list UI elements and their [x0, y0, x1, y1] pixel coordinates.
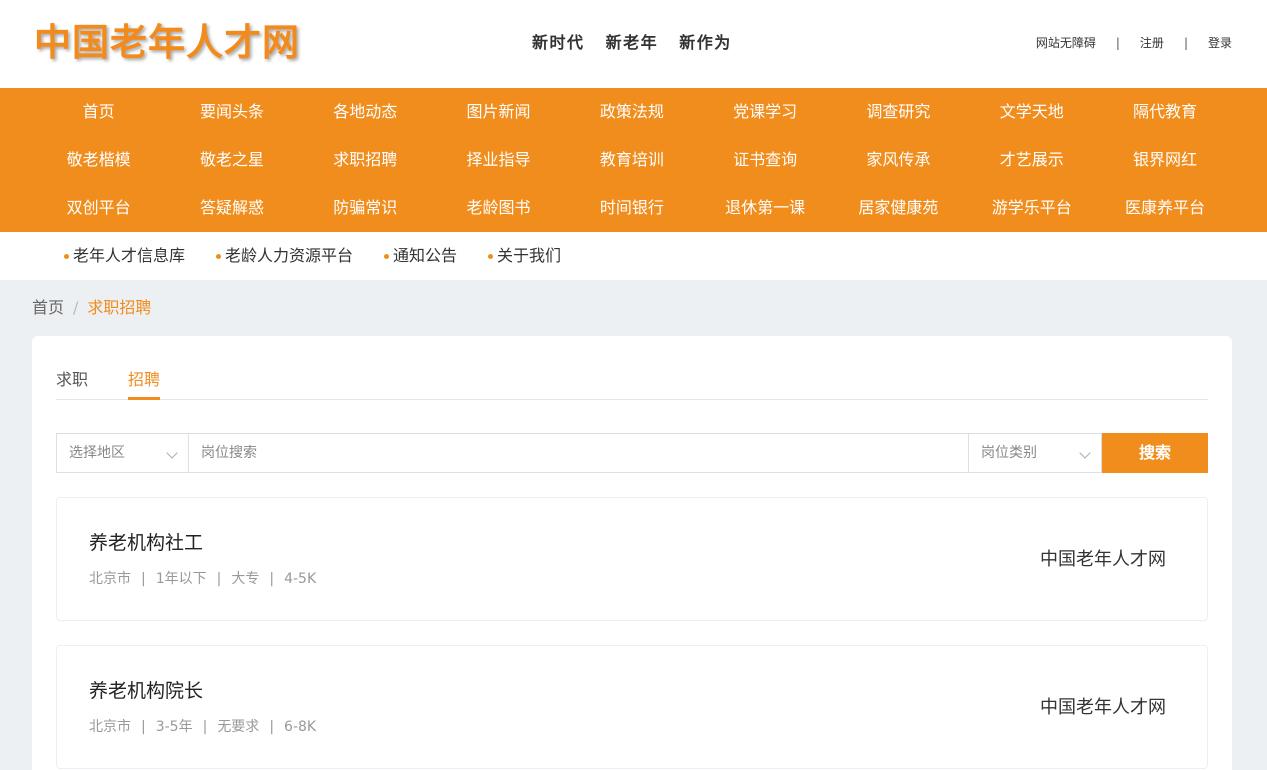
job-meta: 北京市 | 3-5年 | 无要求 | 6-8K	[89, 718, 316, 736]
sub-nav-label: 老龄人力资源平台	[225, 246, 354, 265]
link-separator: |	[1183, 36, 1188, 50]
region-select[interactable]: 选择地区	[56, 433, 189, 473]
nav-item-time-bank[interactable]: 时间银行	[565, 184, 698, 232]
job-card[interactable]: 养老机构院长 北京市 | 3-5年 | 无要求 | 6-8K 中国老年人才网	[56, 645, 1208, 769]
job-title[interactable]: 养老机构院长	[89, 679, 203, 703]
job-company: 中国老年人才网	[1040, 697, 1166, 718]
nav-item-local-news[interactable]: 各地动态	[299, 88, 432, 136]
sub-nav-item-hr-platform[interactable]: 老龄人力资源平台	[216, 246, 353, 266]
tab-job-seeking[interactable]: 求职	[56, 370, 88, 400]
sub-nav-item-about[interactable]: 关于我们	[488, 246, 561, 266]
breadcrumb-home[interactable]: 首页	[32, 298, 64, 318]
category-select-placeholder: 岗位类别	[981, 445, 1037, 461]
nav-item-career-guide[interactable]: 择业指导	[432, 136, 565, 184]
sub-nav-label: 通知公告	[393, 246, 458, 265]
nav-item-jobs[interactable]: 求职招聘	[299, 136, 432, 184]
bullet-dot	[488, 253, 494, 259]
nav-item-photo-news[interactable]: 图片新闻	[432, 88, 565, 136]
main-nav: 首页 要闻头条 各地动态 图片新闻 政策法规 党课学习 调查研究 文学天地 隔代…	[0, 88, 1267, 232]
nav-item-training[interactable]: 教育培训	[565, 136, 698, 184]
nav-row: 首页 要闻头条 各地动态 图片新闻 政策法规 党课学习 调查研究 文学天地 隔代…	[32, 88, 1232, 136]
sub-nav-list: 老年人才信息库 老龄人力资源平台 通知公告 关于我们	[64, 246, 592, 266]
meta-separator: |	[216, 571, 222, 587]
sub-nav-item-notices[interactable]: 通知公告	[384, 246, 457, 266]
nav-item-party-study[interactable]: 党课学习	[698, 88, 831, 136]
slogan-part: 新老年	[605, 33, 659, 52]
nav-item-research[interactable]: 调查研究	[832, 88, 965, 136]
bullet-dot	[384, 253, 390, 259]
nav-item-retirement-course[interactable]: 退休第一课	[698, 184, 831, 232]
job-salary: 4-5K	[284, 571, 317, 587]
nav-item-headlines[interactable]: 要闻头条	[165, 88, 298, 136]
job-experience: 1年以下	[155, 571, 207, 587]
job-meta: 北京市 | 1年以下 | 大专 | 4-5K	[89, 570, 316, 588]
accessibility-link[interactable]: 网站无障碍	[1036, 34, 1096, 52]
sub-nav: 老年人才信息库 老龄人力资源平台 通知公告 关于我们	[0, 232, 1267, 280]
chevron-down-icon	[1079, 447, 1091, 459]
link-separator: |	[1115, 36, 1120, 50]
slogan-part: 新时代	[532, 33, 585, 52]
nav-row: 双创平台 答疑解惑 防骗常识 老龄图书 时间银行 退休第一课 居家健康苑 游学乐…	[32, 184, 1232, 232]
nav-item-grandparenting[interactable]: 隔代教育	[1098, 88, 1231, 136]
job-experience: 3-5年	[155, 719, 193, 735]
nav-item-policy[interactable]: 政策法规	[565, 88, 698, 136]
bullet-dot	[64, 253, 69, 259]
tab-bar: 求职 招聘	[56, 370, 1208, 400]
job-education: 大专	[231, 571, 260, 587]
nav-item-literature[interactable]: 文学天地	[965, 88, 1098, 136]
nav-item-stars[interactable]: 敬老之星	[165, 136, 298, 184]
job-company: 中国老年人才网	[1040, 549, 1166, 570]
bullet-dot	[216, 253, 222, 259]
chevron-down-icon	[166, 447, 178, 459]
nav-item-anti-fraud[interactable]: 防骗常识	[299, 184, 432, 232]
register-link[interactable]: 注册	[1140, 34, 1164, 52]
site-logo[interactable]: 中国老年人才网	[34, 18, 300, 66]
nav-item-study-tour[interactable]: 游学乐平台	[965, 184, 1098, 232]
breadcrumb-current: 求职招聘	[87, 298, 152, 317]
nav-item-family[interactable]: 家风传承	[832, 136, 965, 184]
search-button[interactable]: 搜索	[1102, 433, 1208, 473]
login-link[interactable]: 登录	[1208, 34, 1232, 52]
breadcrumb-separator: /	[73, 298, 79, 317]
site-header: 中国老年人才网 新时代 新老年 新作为 网站无障碍 | 注册 | 登录	[0, 0, 1267, 88]
nav-item-talent-show[interactable]: 才艺展示	[965, 136, 1098, 184]
slogan-part: 新作为	[679, 33, 732, 52]
category-select[interactable]: 岗位类别	[968, 433, 1102, 473]
top-links: 网站无障碍 | 注册 | 登录	[1036, 34, 1232, 52]
region-select-placeholder: 选择地区	[69, 445, 125, 461]
nav-item-home-health[interactable]: 居家健康苑	[832, 184, 965, 232]
nav-item-startup[interactable]: 双创平台	[32, 184, 165, 232]
breadcrumb: 首页 / 求职招聘	[32, 298, 151, 318]
meta-separator: |	[141, 571, 146, 587]
nav-item-qa[interactable]: 答疑解惑	[165, 184, 298, 232]
job-title[interactable]: 养老机构社工	[89, 531, 203, 555]
nav-item-books[interactable]: 老龄图书	[432, 184, 565, 232]
job-search-placeholder: 岗位搜索	[201, 445, 257, 461]
tab-recruiting[interactable]: 招聘	[128, 370, 161, 400]
sub-nav-item-talent-db[interactable]: 老年人才信息库	[64, 246, 185, 266]
sub-nav-label: 老年人才信息库	[73, 246, 186, 265]
nav-row: 敬老楷模 敬老之星 求职招聘 择业指导 教育培训 证书查询 家风传承 才艺展示 …	[32, 136, 1232, 184]
recruitment-panel: 求职 招聘 选择地区 岗位搜索 岗位类别 搜索 养老机构社工 北京市 | 1年以…	[32, 336, 1232, 770]
nav-item-certificate[interactable]: 证书查询	[698, 136, 831, 184]
sub-nav-label: 关于我们	[497, 246, 562, 265]
job-city: 北京市	[89, 719, 131, 735]
nav-item-role-models[interactable]: 敬老楷模	[32, 136, 165, 184]
job-city: 北京市	[89, 571, 131, 587]
search-bar: 选择地区 岗位搜索 岗位类别 搜索	[56, 433, 1208, 473]
meta-separator: |	[141, 719, 146, 735]
nav-item-influencers[interactable]: 银界网红	[1098, 136, 1231, 184]
job-salary: 6-8K	[284, 719, 317, 735]
site-slogan: 新时代 新老年 新作为	[532, 32, 746, 54]
nav-item-home[interactable]: 首页	[32, 88, 165, 136]
job-education: 无要求	[217, 719, 260, 735]
meta-separator: |	[202, 719, 208, 735]
job-search-input[interactable]: 岗位搜索	[189, 433, 968, 473]
meta-separator: |	[269, 719, 275, 735]
job-card[interactable]: 养老机构社工 北京市 | 1年以下 | 大专 | 4-5K 中国老年人才网	[56, 497, 1208, 621]
meta-separator: |	[269, 571, 275, 587]
nav-item-medical-care[interactable]: 医康养平台	[1098, 184, 1231, 232]
